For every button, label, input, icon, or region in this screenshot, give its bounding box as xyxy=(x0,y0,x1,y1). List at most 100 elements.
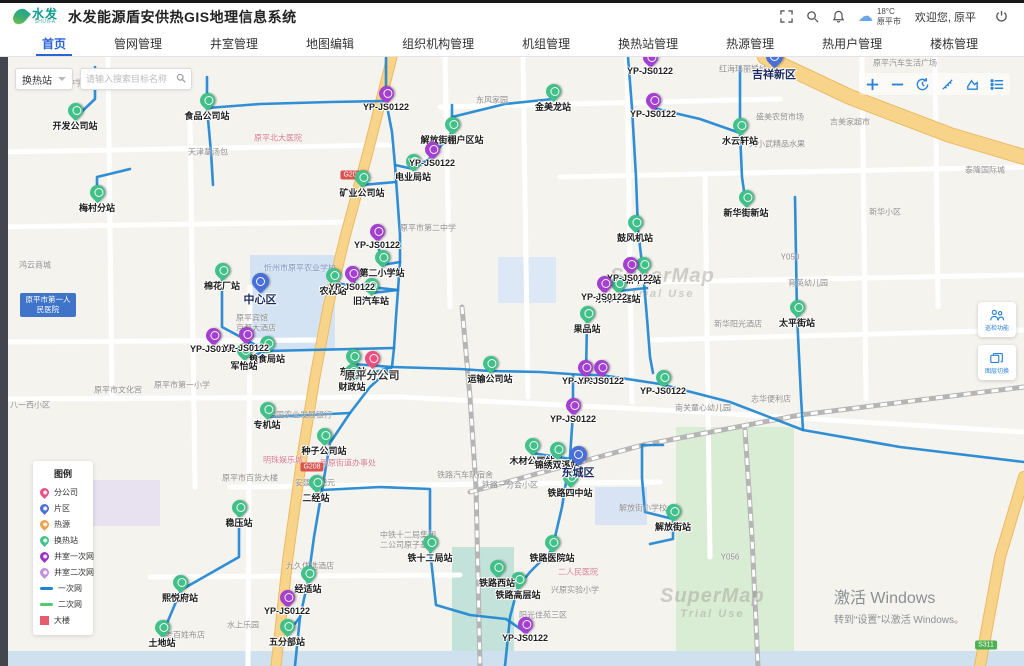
station-pin-icon[interactable] xyxy=(169,572,190,593)
station-pin-icon[interactable] xyxy=(86,182,107,203)
well-pin-icon[interactable] xyxy=(276,587,297,608)
well-pin-icon[interactable] xyxy=(202,325,223,346)
layer-list-icon[interactable] xyxy=(989,76,1005,92)
map-marker-well[interactable]: YP-JS0122 xyxy=(565,398,581,413)
station-pin-icon[interactable] xyxy=(228,497,249,518)
logout-icon[interactable] xyxy=(988,7,1014,27)
fullscreen-icon[interactable] xyxy=(774,7,800,27)
station-pin-icon[interactable] xyxy=(576,303,597,324)
tab-4[interactable]: 组织机构管理 xyxy=(378,30,498,56)
map-marker-station[interactable]: 金美龙站 xyxy=(545,84,561,99)
station-pin-icon[interactable] xyxy=(546,439,567,460)
branch-pin-icon[interactable] xyxy=(361,348,382,369)
well-pin-icon[interactable] xyxy=(366,221,387,242)
tab-8[interactable]: 热用户管理 xyxy=(798,30,906,56)
station-pin-icon[interactable] xyxy=(541,532,562,553)
map-marker-district[interactable]: 中心区 xyxy=(252,273,268,290)
station-pin-icon[interactable] xyxy=(729,115,750,136)
map-marker-well[interactable]: YP-JS0122 xyxy=(205,328,221,343)
map-marker-well[interactable]: YP-JS0122 xyxy=(344,266,360,281)
map-marker-station[interactable]: 熙悦府站 xyxy=(172,575,188,590)
tab-3[interactable]: 地图编辑 xyxy=(282,30,378,56)
map-marker-station[interactable]: 土地站 xyxy=(154,620,170,635)
map-marker-district[interactable]: 东城区 xyxy=(570,446,586,463)
station-pin-icon[interactable] xyxy=(419,532,440,553)
map-marker-station[interactable]: 运输公司站 xyxy=(482,356,498,371)
map-marker-station[interactable]: 稳压站 xyxy=(231,500,247,515)
side-button-0[interactable]: 巡检功能 xyxy=(978,302,1016,337)
map-marker-station[interactable]: 木材公司站 xyxy=(524,438,540,453)
tab-10[interactable]: 小区管理 xyxy=(1002,30,1024,56)
map-marker-station[interactable]: 东大站 xyxy=(345,349,361,364)
station-pin-icon[interactable] xyxy=(64,100,85,121)
primary-network-pipe[interactable] xyxy=(207,101,386,108)
map-marker-well[interactable]: YP-JS0122 xyxy=(593,360,609,375)
map-marker-station[interactable]: 第二小学站 xyxy=(374,250,390,265)
map-marker-station[interactable]: 铁路医院站 xyxy=(544,535,560,550)
zoom-in-icon[interactable] xyxy=(864,76,880,92)
map-marker-station[interactable]: 种子公司站 xyxy=(316,428,332,443)
map-marker-station[interactable]: 食品公司站 xyxy=(199,93,215,108)
station-pin-icon[interactable] xyxy=(479,353,500,374)
well-pin-icon[interactable] xyxy=(421,139,442,160)
map-marker-station[interactable]: 水云轩站 xyxy=(732,118,748,133)
map-marker-station[interactable]: 农校站 xyxy=(325,268,341,283)
search-input[interactable] xyxy=(86,74,176,84)
map-marker-station[interactable]: 新华街新站 xyxy=(738,190,754,205)
well-pin-icon[interactable] xyxy=(235,324,256,345)
tab-1[interactable]: 管网管理 xyxy=(90,30,186,56)
map-marker-well[interactable]: YP-JS0122 xyxy=(238,327,254,342)
map-marker-station[interactable]: 开发公司站 xyxy=(67,103,83,118)
tab-2[interactable]: 井室管理 xyxy=(186,30,282,56)
map-marker-well[interactable]: YP-JS0122 xyxy=(642,57,658,65)
well-pin-icon[interactable] xyxy=(642,90,663,111)
map-marker-station[interactable]: YP-JS0122 xyxy=(655,370,671,385)
station-pin-icon[interactable] xyxy=(196,90,217,111)
tab-7[interactable]: 热源管理 xyxy=(702,30,798,56)
map-marker-station[interactable]: 锦绣双溪站 xyxy=(549,442,565,457)
well-pin-icon[interactable] xyxy=(375,83,396,104)
map-marker-station[interactable]: 棉花厂站 xyxy=(214,263,230,278)
station-pin-icon[interactable] xyxy=(652,367,673,388)
map-marker-well[interactable]: YP-JS0122 xyxy=(645,93,661,108)
reset-view-icon[interactable] xyxy=(914,76,930,92)
map-marker-branch[interactable]: 原平分公司 xyxy=(364,351,380,366)
map-marker-station[interactable]: 解放街站 xyxy=(665,504,681,519)
station-pin-icon[interactable] xyxy=(521,435,542,456)
side-button-1[interactable]: 图层切换 xyxy=(978,345,1016,380)
map-canvas[interactable]: 原平市实验中学天津童汤包原平北大医院东风家园忻州市原平农业学校原平宾馆京都大酒店… xyxy=(0,57,1024,666)
well-pin-icon[interactable] xyxy=(341,263,362,284)
station-pin-icon[interactable] xyxy=(735,187,756,208)
search-submit-icon[interactable] xyxy=(176,70,186,88)
map-marker-station[interactable]: 太平街站 xyxy=(789,300,805,315)
measure-icon[interactable] xyxy=(939,76,955,92)
map-marker-station[interactable]: 果品站 xyxy=(579,306,595,321)
map-marker-well[interactable]: YP-JS0122 xyxy=(622,257,638,272)
well-pin-icon[interactable] xyxy=(590,357,611,378)
station-pin-icon[interactable] xyxy=(624,212,645,233)
map-marker-station[interactable]: 五分部站 xyxy=(279,619,295,634)
station-pin-icon[interactable] xyxy=(441,114,462,135)
map-marker-station[interactable]: 二经站 xyxy=(308,475,324,490)
tab-9[interactable]: 楼栋管理 xyxy=(906,30,1002,56)
station-pin-icon[interactable] xyxy=(351,167,372,188)
station-pin-icon[interactable] xyxy=(276,616,297,637)
well-pin-icon[interactable] xyxy=(562,395,583,416)
map-marker-well[interactable]: YP-JS0122 xyxy=(596,276,612,291)
map-marker-station[interactable]: 梅村分站 xyxy=(89,185,105,200)
tab-0[interactable]: 首页 xyxy=(18,30,90,56)
map-marker-station[interactable]: 解放街棚户区站 xyxy=(444,117,460,132)
station-pin-icon[interactable] xyxy=(486,557,507,578)
station-pin-icon[interactable] xyxy=(313,425,334,446)
map-marker-well[interactable]: YP-JS0122 xyxy=(517,617,533,632)
map-marker-well[interactable]: YP-JS0122 xyxy=(279,590,295,605)
map-marker-well[interactable]: YP-JS0322 xyxy=(577,360,593,375)
map-marker-station[interactable]: 铁路西站 xyxy=(489,560,505,575)
map-marker-station[interactable]: 专机站 xyxy=(259,402,275,417)
map-marker-well[interactable]: YP-JS0122 xyxy=(369,224,385,239)
station-pin-icon[interactable] xyxy=(371,247,392,268)
search-category-select[interactable]: 换热站 xyxy=(15,68,73,90)
map-marker-well[interactable]: YP-JS0122 xyxy=(424,142,440,157)
well-pin-icon[interactable] xyxy=(514,614,535,635)
map-marker-station[interactable]: 鼓风机站 xyxy=(627,215,643,230)
